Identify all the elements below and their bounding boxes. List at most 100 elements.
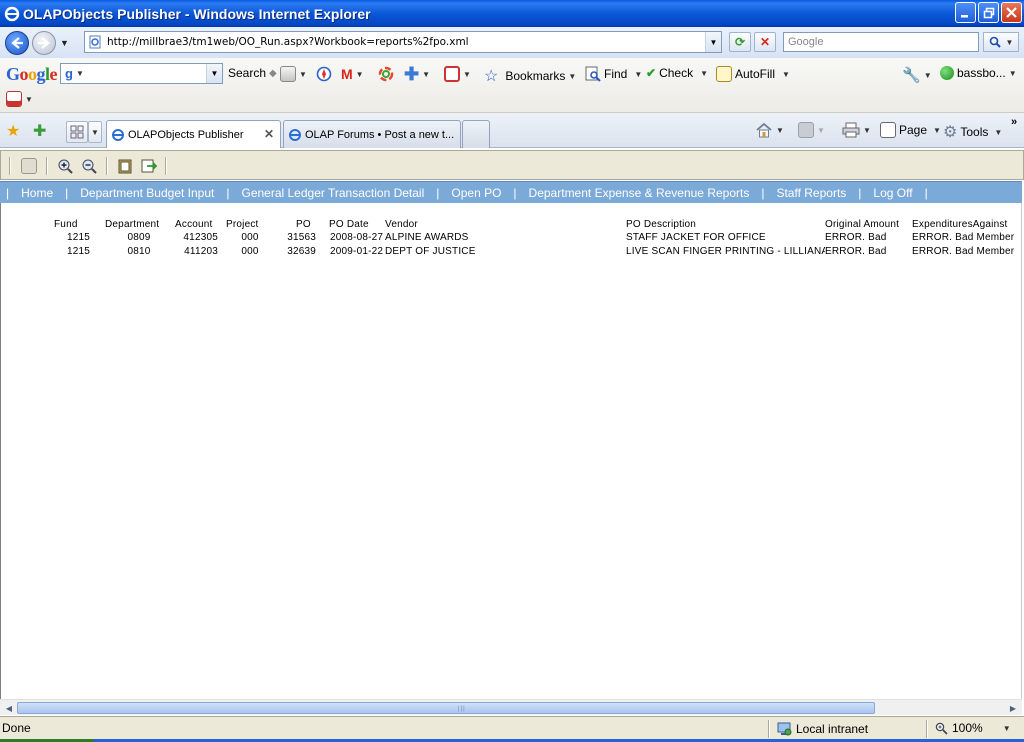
- cell-po-date: 2008-08-27: [330, 232, 384, 243]
- check-caret-icon: ▼: [700, 68, 708, 78]
- scroll-right-arrow-icon[interactable]: ▶: [1005, 701, 1021, 715]
- nav-log-off[interactable]: Log Off: [867, 186, 918, 200]
- forward-arrow-icon: [38, 36, 50, 49]
- google-logo: Google: [6, 64, 58, 84]
- nav-department-budget-input[interactable]: Department Budget Input: [74, 186, 220, 200]
- nav-separator: |: [6, 185, 10, 200]
- minimize-button[interactable]: [955, 2, 976, 23]
- export-button[interactable]: [139, 156, 159, 176]
- compass-button[interactable]: [316, 66, 332, 82]
- picasa-icon: [378, 66, 394, 82]
- nav-separator: |: [858, 185, 862, 200]
- bookmarks-button[interactable]: ☆ Bookmarks ▼: [484, 66, 576, 86]
- google-search-button[interactable]: Search ◆: [228, 66, 277, 80]
- ie-page-icon: [112, 128, 124, 141]
- quick-tabs-button[interactable]: [66, 121, 88, 143]
- close-icon: [1006, 7, 1017, 18]
- tab-olapobjects-publisher[interactable]: OLAPObjects Publisher ✕: [106, 120, 281, 148]
- back-button[interactable]: [5, 30, 29, 55]
- find-label: Find: [604, 67, 628, 81]
- compass-icon: [316, 66, 332, 82]
- spellcheck-button[interactable]: ✔ Check ▼: [646, 66, 708, 80]
- history-dropdown-icon[interactable]: ▼: [60, 38, 69, 48]
- export-icon: [141, 159, 157, 173]
- add-button[interactable]: ✚ ▼: [404, 65, 431, 83]
- restore-button[interactable]: [978, 2, 999, 23]
- chevron-more-icon[interactable]: »: [1011, 116, 1017, 128]
- cell-original-amount: ERROR. Bad: [825, 246, 887, 257]
- live-search-input[interactable]: Google: [783, 32, 979, 52]
- address-field[interactable]: http://millbrae3/tm1web/OO_Run.aspx?Work…: [84, 31, 722, 53]
- nav-separator: |: [924, 185, 928, 200]
- picasa-button[interactable]: [378, 66, 394, 82]
- cell-fund: 1215: [66, 232, 90, 243]
- scroll-left-arrow-icon[interactable]: ◀: [1, 701, 17, 715]
- print-button[interactable]: ▼: [842, 122, 871, 138]
- nav-separator: |: [65, 185, 69, 200]
- cell-po-description: LIVE SCAN FINGER PRINTING - LILLIANA: [626, 246, 825, 257]
- news-icon: [280, 66, 296, 82]
- zoom-in-button[interactable]: [55, 156, 75, 176]
- security-zone[interactable]: Local intranet: [776, 721, 868, 737]
- nav-home[interactable]: Home: [15, 186, 59, 200]
- close-button[interactable]: [1001, 2, 1022, 23]
- paste-button[interactable]: [115, 156, 135, 176]
- page-icon: [89, 35, 101, 49]
- nav-open-po[interactable]: Open PO: [445, 186, 507, 200]
- popup-blocker-button[interactable]: ▼: [444, 66, 471, 82]
- account-label: bassbo...: [957, 66, 1006, 80]
- zoom-control[interactable]: 100% ▼: [935, 721, 1011, 735]
- cell-account: 412305: [183, 232, 218, 243]
- back-arrow-icon: [11, 36, 23, 49]
- tab-close-icon[interactable]: ✕: [264, 127, 274, 141]
- tab-list-button[interactable]: ▼: [88, 121, 102, 143]
- cell-project: 000: [241, 246, 259, 257]
- forward-button[interactable]: [32, 30, 56, 55]
- stop-button[interactable]: ✕: [754, 32, 776, 52]
- address-url: http://millbrae3/tm1web/OO_Run.aspx?Work…: [107, 36, 469, 48]
- quick-tabs-icon: [70, 125, 84, 139]
- horizontal-scrollbar[interactable]: ◀ ||| ▶: [0, 699, 1022, 715]
- gmail-button[interactable]: M ▼: [341, 66, 364, 82]
- news-button[interactable]: ▼: [280, 66, 307, 82]
- autofill-button[interactable]: AutoFill ▼: [716, 66, 790, 82]
- settings-wrench-button[interactable]: 🔧 ▼: [902, 66, 932, 84]
- cell-po-description: STAFF JACKET FOR OFFICE: [626, 232, 766, 243]
- pdf-icon: [6, 91, 22, 107]
- tab-row: ★ ✚ ▼ OLAPObjects Publisher ✕ OLAP Forum…: [0, 113, 1024, 148]
- search-go-button[interactable]: ▼: [983, 32, 1019, 52]
- header-original-amount: Original Amount: [825, 219, 900, 230]
- add-caret-icon: ▼: [422, 69, 431, 79]
- zone-label: Local intranet: [796, 722, 869, 736]
- google-search-input[interactable]: g ▼ ▼: [60, 63, 223, 84]
- tools-menu-button[interactable]: ⚙ Tools ▼: [943, 122, 1002, 142]
- tab-label: OLAPObjects Publisher: [128, 128, 244, 141]
- toolbar-separator: [106, 157, 108, 175]
- zoom-out-button[interactable]: [79, 156, 99, 176]
- add-favorite-icon[interactable]: ✚: [33, 121, 46, 141]
- address-dropdown-icon[interactable]: ▼: [705, 32, 721, 52]
- pdf-button[interactable]: ▼: [6, 91, 33, 107]
- calculator-button[interactable]: [19, 156, 39, 176]
- refresh-icon: ⟳: [734, 35, 746, 49]
- nav-department-expense-revenue-reports[interactable]: Department Expense & Revenue Reports: [523, 186, 756, 200]
- nav-staff-reports[interactable]: Staff Reports: [770, 186, 852, 200]
- tools-menu-label: Tools: [960, 125, 989, 139]
- printer-icon: [842, 122, 860, 138]
- cell-fund: 1215: [66, 246, 90, 257]
- wrench-icon: 🔧: [902, 67, 921, 84]
- account-button[interactable]: bassbo... ▼: [940, 66, 1017, 80]
- find-button[interactable]: Find ▼: [585, 66, 642, 82]
- home-button[interactable]: ▼: [755, 122, 784, 138]
- scrollbar-thumb[interactable]: |||: [17, 702, 875, 714]
- tab-olap-forums[interactable]: OLAP Forums • Post a new t...: [283, 120, 461, 148]
- nav-general-ledger-transaction-detail[interactable]: General Ledger Transaction Detail: [235, 186, 430, 200]
- tab-list-caret-icon: ▼: [91, 127, 99, 137]
- page-menu-button[interactable]: Page ▼: [880, 122, 941, 138]
- google-search-dropdown-icon[interactable]: ▼: [206, 64, 222, 83]
- feeds-button[interactable]: ▼: [798, 122, 825, 138]
- favorites-star-icon[interactable]: ★: [6, 121, 20, 141]
- new-tab-button[interactable]: [462, 120, 490, 148]
- autofill-icon: [716, 66, 732, 82]
- refresh-button[interactable]: ⟳: [729, 32, 751, 52]
